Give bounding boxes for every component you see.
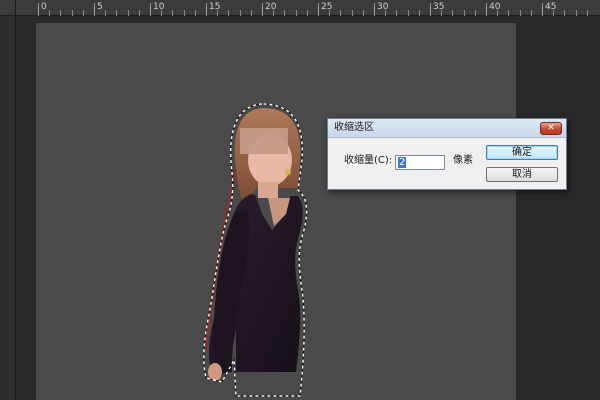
ruler-label: 10	[153, 2, 165, 12]
ruler-label: 25	[321, 2, 333, 12]
ok-button[interactable]: 确定	[486, 145, 558, 160]
pixels-unit-label: 像素	[453, 155, 473, 166]
ruler-major-tick	[318, 3, 319, 16]
ruler-minor-tick	[71, 10, 73, 16]
contract-selection-dialog[interactable]: 收缩选区 ✕ 收缩量(C): 2 像素 确定 取消	[327, 118, 567, 190]
ruler-minor-tick	[385, 10, 387, 16]
ruler-label: 0	[41, 2, 47, 12]
contract-amount-label: 收缩量(C):	[344, 155, 393, 166]
ruler-minor-tick	[49, 10, 51, 16]
ruler-major-tick	[542, 3, 543, 16]
ruler-minor-tick	[564, 10, 566, 16]
ruler-minor-tick	[239, 10, 241, 16]
ruler-corner	[0, 0, 16, 16]
ruler-major-tick	[430, 3, 431, 16]
ruler-minor-tick	[530, 10, 532, 16]
ruler-minor-tick	[127, 10, 129, 16]
ruler-minor-tick	[362, 10, 364, 16]
ruler-minor-tick	[407, 10, 409, 16]
ruler-minor-tick	[441, 10, 443, 16]
ruler-minor-tick	[273, 10, 275, 16]
ruler-minor-tick	[396, 10, 398, 16]
ruler-major-tick	[206, 3, 207, 16]
ruler-label: 15	[209, 2, 221, 12]
ruler-minor-tick	[553, 10, 555, 16]
ruler-minor-tick	[183, 10, 185, 16]
ruler-minor-tick	[351, 10, 353, 16]
dialog-titlebar[interactable]: 收缩选区 ✕	[328, 119, 566, 138]
ruler-minor-tick	[497, 10, 499, 16]
ruler-label: 45	[545, 2, 557, 12]
ruler-minor-tick	[105, 10, 107, 16]
ruler-minor-tick	[217, 10, 219, 16]
ruler-label: 40	[489, 2, 501, 12]
contract-amount-input[interactable]: 2	[395, 155, 445, 170]
ruler-minor-tick	[519, 10, 521, 16]
ruler-minor-tick	[306, 10, 308, 16]
ruler-minor-tick	[340, 10, 342, 16]
ruler-minor-tick	[284, 10, 286, 16]
ruler-minor-tick	[228, 10, 230, 16]
ruler-label: 20	[265, 2, 277, 12]
document-canvas[interactable]	[36, 23, 516, 400]
cancel-button[interactable]: 取消	[486, 167, 558, 182]
ruler-minor-tick	[295, 10, 297, 16]
dialog-title: 收缩选区	[334, 122, 374, 133]
ruler-major-tick	[94, 3, 95, 16]
ruler-minor-tick	[418, 10, 420, 16]
ruler-minor-tick	[82, 10, 84, 16]
ruler-minor-tick	[452, 10, 454, 16]
ruler-minor-tick	[463, 10, 465, 16]
ruler-major-tick	[38, 3, 39, 16]
ruler-major-tick	[374, 3, 375, 16]
ruler-minor-tick	[508, 10, 510, 16]
ruler-major-tick	[486, 3, 487, 16]
vertical-ruler[interactable]	[0, 16, 16, 400]
ruler-label: 5	[97, 2, 103, 12]
ruler-minor-tick	[194, 10, 196, 16]
ruler-minor-tick	[250, 10, 252, 16]
ruler-minor-tick	[116, 10, 118, 16]
contract-amount-value: 2	[398, 157, 407, 168]
ruler-minor-tick	[586, 10, 588, 16]
ruler-minor-tick	[138, 10, 140, 16]
ruler-minor-tick	[60, 10, 62, 16]
ruler-minor-tick	[575, 10, 577, 16]
ruler-major-tick	[150, 3, 151, 16]
ruler-label: 35	[433, 2, 445, 12]
ruler-minor-tick	[161, 10, 163, 16]
close-icon: ✕	[547, 123, 555, 133]
ruler-label: 30	[377, 2, 389, 12]
horizontal-ruler[interactable]: 0 5 10 15 20 25 30 35 40 45	[0, 0, 600, 16]
ruler-minor-tick	[329, 10, 331, 16]
ruler-major-tick	[262, 3, 263, 16]
ruler-minor-tick	[474, 10, 476, 16]
ruler-minor-tick	[172, 10, 174, 16]
close-button[interactable]: ✕	[540, 122, 562, 135]
